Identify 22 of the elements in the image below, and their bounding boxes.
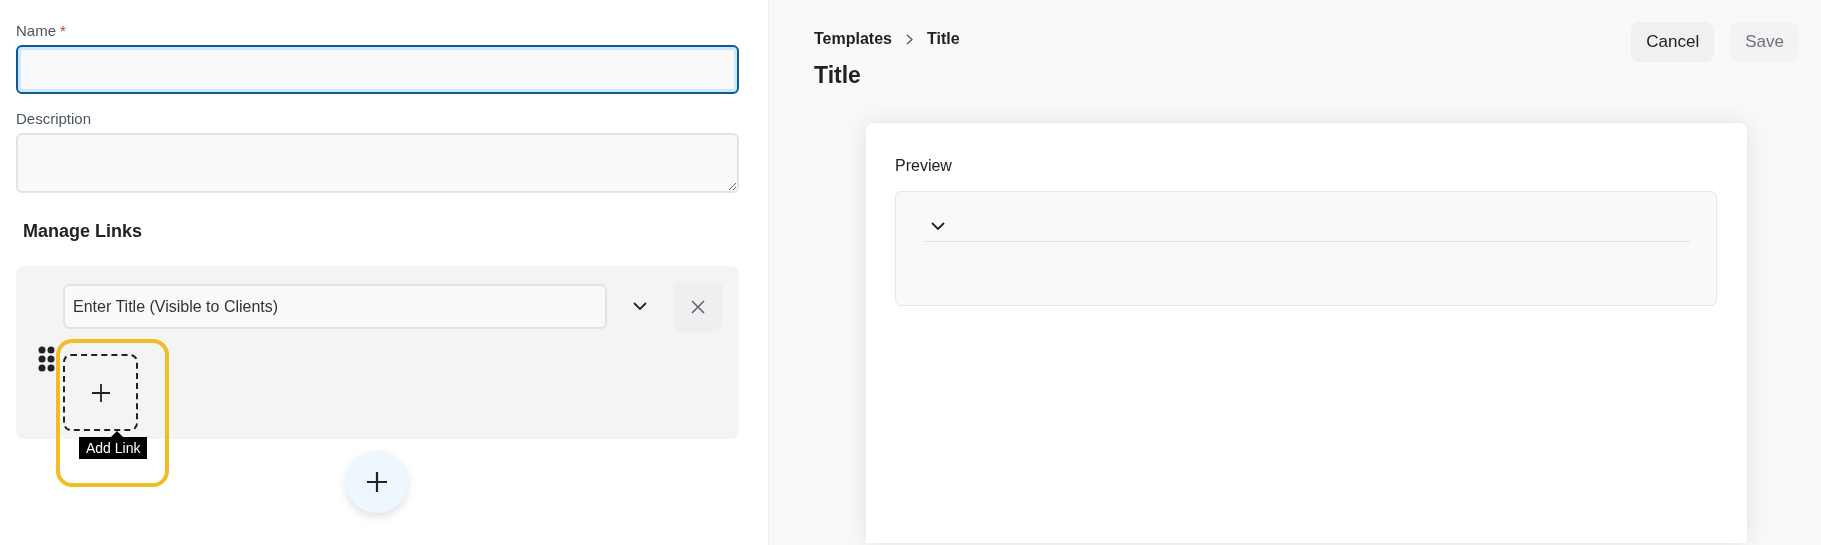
plus-icon [366,471,388,493]
action-button[interactable]: Cancel [1631,22,1715,62]
section-heading: Manage Links [23,221,144,242]
page-title: Title [814,62,862,89]
plus-icon [90,382,111,403]
description-field[interactable] [16,133,739,193]
field-label: Description [16,110,92,127]
name-field[interactable] [16,45,739,94]
title-field[interactable]: Enter Title (Visible to Clients) [63,284,607,329]
chevron-right-icon [905,33,913,45]
tooltip: Add Link [79,431,148,459]
field-label: Name [16,22,56,39]
breadcrumb-link[interactable]: Templates [814,30,892,48]
close-icon [691,299,705,314]
breadcrumb-current: Title [926,30,960,48]
expand-toggle[interactable] [931,222,945,231]
chevron-icon [633,302,647,311]
preview-label: Preview [895,157,953,175]
chevron-icon [931,222,945,231]
add-link-button[interactable] [63,354,138,431]
drag-handle-icon[interactable] [38,346,55,372]
required-mark: * [60,22,66,39]
